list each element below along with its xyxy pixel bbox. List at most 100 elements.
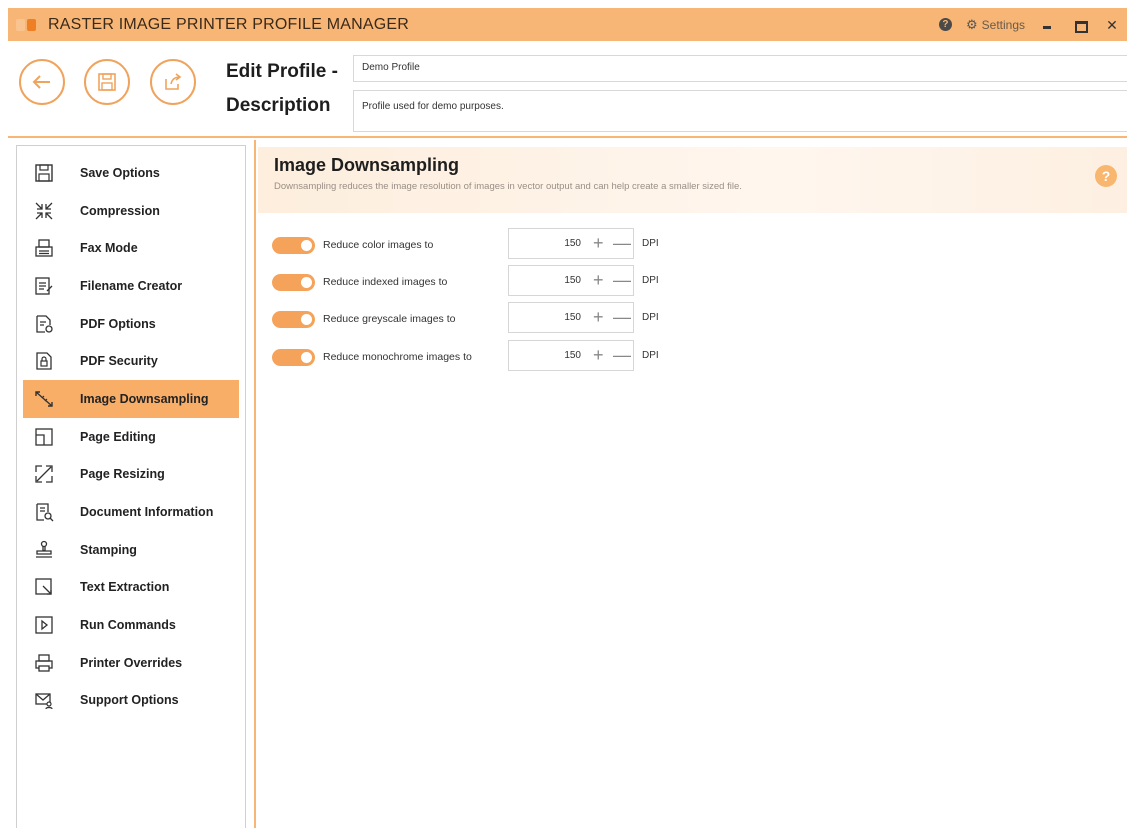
minus-icon[interactable]: —: [613, 306, 631, 328]
sidebar-item-label: PDF Security: [80, 354, 158, 369]
plus-icon[interactable]: +: [593, 269, 604, 291]
dpi-value[interactable]: 150: [553, 238, 581, 249]
panel-divider: [254, 140, 256, 828]
help-icon[interactable]: ?: [938, 18, 952, 31]
text-extract-icon: [33, 576, 55, 598]
minus-icon[interactable]: —: [613, 344, 631, 366]
downsample-icon: [33, 388, 55, 410]
app-logo-icon: [16, 18, 38, 32]
description-label: Description: [226, 95, 331, 116]
page-edit-icon: [33, 426, 55, 448]
greyscale-dpi-stepper[interactable]: 150 + —: [508, 302, 634, 333]
window-title: RASTER IMAGE PRINTER PROFILE MANAGER: [48, 15, 410, 33]
close-icon[interactable]: ✕: [1103, 17, 1121, 33]
profile-header: Edit Profile - Description Demo Profile …: [8, 41, 1127, 138]
sidebar-item-text-extraction[interactable]: Text Extraction: [17, 569, 245, 607]
sidebar-item-label: Support Options: [80, 693, 179, 708]
export-button[interactable]: [150, 59, 196, 105]
panel-description: Downsampling reduces the image resolutio…: [274, 181, 742, 192]
minus-icon[interactable]: —: [613, 269, 631, 291]
arrow-left-icon: [32, 75, 50, 89]
option-label: Reduce color images to: [323, 239, 434, 251]
save-icon: [98, 73, 116, 91]
page-title: Image Downsampling: [274, 155, 460, 175]
indexed-images-toggle[interactable]: [272, 274, 315, 291]
plus-icon[interactable]: +: [593, 306, 604, 328]
unit-label: DPI: [642, 312, 659, 323]
option-row-greyscale: Reduce greyscale images to 150 + — DPI: [272, 302, 732, 336]
edit-profile-label: Edit Profile -: [226, 61, 338, 82]
sidebar-item-printer-overrides[interactable]: Printer Overrides: [17, 644, 245, 682]
option-row-monochrome: Reduce monochrome images to 150 + — DPI: [272, 340, 732, 374]
description-input[interactable]: Profile used for demo purposes.: [353, 90, 1127, 132]
plus-icon[interactable]: +: [593, 344, 604, 366]
minus-icon[interactable]: —: [613, 232, 631, 254]
sidebar-item-stamping[interactable]: Stamping: [17, 531, 245, 569]
unit-label: DPI: [642, 275, 659, 286]
settings-button[interactable]: ⚙ Settings: [966, 17, 1025, 33]
dpi-value[interactable]: 150: [553, 275, 581, 286]
fax-icon: [33, 237, 55, 259]
option-row-indexed: Reduce indexed images to 150 + — DPI: [272, 265, 732, 299]
option-label: Reduce greyscale images to: [323, 313, 456, 325]
sidebar-item-label: Text Extraction: [80, 580, 170, 595]
sidebar-item-label: PDF Options: [80, 316, 156, 331]
gear-icon: ⚙: [965, 16, 978, 32]
unit-label: DPI: [642, 238, 659, 249]
option-label: Reduce monochrome images to: [323, 351, 472, 363]
sidebar-item-label: Printer Overrides: [80, 655, 183, 670]
sidebar-item-label: Page Resizing: [80, 467, 165, 482]
sidebar-item-label: Compression: [80, 203, 160, 218]
filename-icon: [33, 275, 55, 297]
sidebar-item-document-information[interactable]: Document Information: [17, 493, 245, 531]
back-button[interactable]: [19, 59, 65, 105]
sidebar-item-page-editing[interactable]: Page Editing: [17, 418, 245, 456]
sidebar-item-label: Image Downsampling: [80, 391, 209, 406]
sidebar-item-pdf-options[interactable]: PDF Options: [17, 305, 245, 343]
help-icon[interactable]: ?: [1095, 165, 1117, 187]
greyscale-images-toggle[interactable]: [272, 311, 315, 328]
lock-icon: [33, 350, 55, 372]
plus-icon[interactable]: +: [593, 232, 604, 254]
save-icon: [33, 162, 55, 184]
sidebar-item-label: Fax Mode: [80, 241, 138, 256]
monochrome-dpi-stepper[interactable]: 150 + —: [508, 340, 634, 371]
sidebar-item-label: Filename Creator: [80, 278, 183, 293]
color-dpi-stepper[interactable]: 150 + —: [508, 228, 634, 259]
support-icon: [33, 689, 55, 711]
sidebar-item-filename-creator[interactable]: Filename Creator: [17, 267, 245, 305]
document-info-icon: [33, 501, 55, 523]
sidebar-item-pdf-security[interactable]: PDF Security: [17, 342, 245, 380]
sidebar-item-label: Run Commands: [80, 618, 176, 633]
sidebar-item-support-options[interactable]: Support Options: [17, 682, 245, 720]
maximize-icon[interactable]: [1071, 17, 1089, 33]
monochrome-images-toggle[interactable]: [272, 349, 315, 366]
compress-icon: [33, 200, 55, 222]
sidebar-item-label: Stamping: [80, 542, 137, 557]
sidebar-item-save-options[interactable]: Save Options: [17, 154, 245, 192]
sidebar-item-compression[interactable]: Compression: [17, 192, 245, 230]
save-button[interactable]: [84, 59, 130, 105]
sidebar-item-image-downsampling[interactable]: Image Downsampling: [23, 380, 239, 418]
color-images-toggle[interactable]: [272, 237, 315, 254]
sidebar-item-label: Document Information: [80, 505, 214, 520]
sidebar-item-run-commands[interactable]: Run Commands: [17, 606, 245, 644]
indexed-dpi-stepper[interactable]: 150 + —: [508, 265, 634, 296]
option-label: Reduce indexed images to: [323, 276, 448, 288]
panel-header: Image Downsampling Downsampling reduces …: [258, 147, 1127, 213]
sidebar: Save Options Compression Fax Mode Filena…: [16, 145, 246, 828]
unit-label: DPI: [642, 350, 659, 361]
sidebar-item-page-resizing[interactable]: Page Resizing: [17, 456, 245, 494]
resize-icon: [33, 463, 55, 485]
share-icon: [165, 73, 182, 90]
pdf-options-icon: [33, 313, 55, 335]
option-row-color: Reduce color images to 150 + — DPI: [272, 228, 732, 262]
stamp-icon: [33, 539, 55, 561]
dpi-value[interactable]: 150: [553, 312, 581, 323]
profile-name-input[interactable]: Demo Profile: [353, 55, 1127, 82]
minimize-icon[interactable]: [1039, 17, 1057, 33]
title-bar: RASTER IMAGE PRINTER PROFILE MANAGER ? ⚙…: [8, 8, 1127, 41]
sidebar-item-fax-mode[interactable]: Fax Mode: [17, 229, 245, 267]
dpi-value[interactable]: 150: [553, 350, 581, 361]
run-icon: [33, 614, 55, 636]
